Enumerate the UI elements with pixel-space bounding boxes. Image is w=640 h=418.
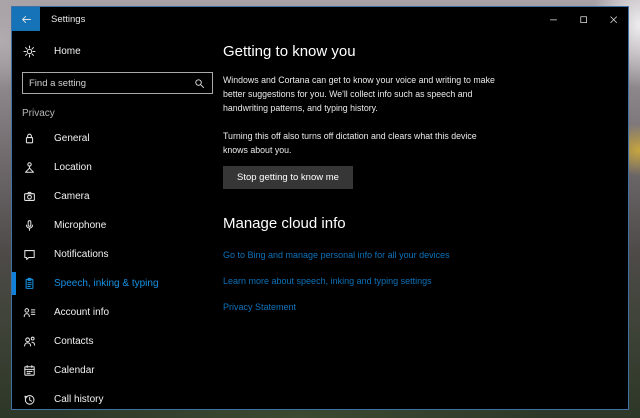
search-box <box>22 72 213 94</box>
desktop-background: Settings Home Find a setting Privacy Gen… <box>0 0 640 418</box>
privacy-section-label: Privacy <box>22 108 55 119</box>
minimize-icon <box>548 14 559 25</box>
stop-getting-to-know-me-button[interactable]: Stop getting to know me <box>223 166 353 189</box>
maximize-button[interactable] <box>568 7 598 31</box>
sidebar-item-contacts[interactable]: Contacts <box>12 327 223 356</box>
titlebar-drag-area[interactable] <box>85 7 538 31</box>
settings-window: Settings Home Find a setting Privacy Gen… <box>11 6 629 410</box>
maximize-icon <box>578 14 589 25</box>
call-history-icon <box>22 392 37 407</box>
sidebar-item-label: Home <box>54 45 81 57</box>
sidebar-item-general[interactable]: General <box>12 124 223 153</box>
contacts-icon <box>22 334 37 349</box>
calendar-icon <box>22 363 37 378</box>
learn-more-speech-settings-link[interactable]: Learn more about speech, inking and typi… <box>223 276 432 286</box>
camera-icon <box>22 189 37 204</box>
sidebar-item-label: Speech, inking & typing <box>54 278 159 289</box>
bing-manage-personal-info-link[interactable]: Go to Bing and manage personal info for … <box>223 250 450 260</box>
getting-to-know-you-description: Windows and Cortana can get to know your… <box>223 75 495 113</box>
sidebar-item-calendar[interactable]: Calendar <box>12 356 223 385</box>
sidebar-item-label: General <box>54 133 90 144</box>
clipboard-icon <box>22 276 37 291</box>
sidebar-item-label: Contacts <box>54 336 94 347</box>
microphone-icon <box>22 218 37 233</box>
location-icon <box>22 160 37 175</box>
notifications-icon <box>22 247 37 262</box>
turn-off-note: Turning this off also turns off dictatio… <box>223 131 477 155</box>
close-button[interactable] <box>598 7 628 31</box>
account-info-icon <box>22 305 37 320</box>
sidebar-item-label: Calendar <box>54 365 95 376</box>
sidebar-item-label: Camera <box>54 191 90 202</box>
sidebar-item-label: Account info <box>54 307 110 318</box>
sidebar-item-label: Notifications <box>54 249 109 260</box>
sidebar-item-home[interactable]: Home <box>12 39 223 63</box>
privacy-statement-link[interactable]: Privacy Statement <box>223 302 296 312</box>
minimize-button[interactable] <box>538 7 568 31</box>
search-icon[interactable] <box>193 77 212 90</box>
sidebar-item-location[interactable]: Location <box>12 153 223 182</box>
gear-icon <box>22 44 37 59</box>
search-input[interactable] <box>23 77 193 89</box>
sidebar-item-camera[interactable]: Camera <box>12 182 223 211</box>
sidebar-item-speech-inking-typing[interactable]: Speech, inking & typing <box>12 269 223 298</box>
sidebar-item-notifications[interactable]: Notifications <box>12 240 223 269</box>
window-title: Settings <box>51 13 86 25</box>
sidebar-item-label: Microphone <box>54 220 107 231</box>
lock-icon <box>22 131 37 146</box>
back-button[interactable] <box>12 7 40 31</box>
title-bar: Settings <box>12 7 628 31</box>
sidebar-item-label: Call history <box>54 394 104 405</box>
getting-to-know-you-heading: Getting to know you <box>223 43 356 60</box>
back-arrow-icon <box>20 13 33 26</box>
sidebar: Home Privacy General <box>12 31 223 409</box>
close-icon <box>608 14 619 25</box>
main-content: Getting to know you Windows and Cortana … <box>223 31 628 409</box>
sidebar-item-call-history[interactable]: Call history <box>12 385 223 409</box>
manage-cloud-info-heading: Manage cloud info <box>223 215 346 232</box>
sidebar-item-account-info[interactable]: Account info <box>12 298 223 327</box>
sidebar-item-label: Location <box>54 162 92 173</box>
sidebar-item-microphone[interactable]: Microphone <box>12 211 223 240</box>
